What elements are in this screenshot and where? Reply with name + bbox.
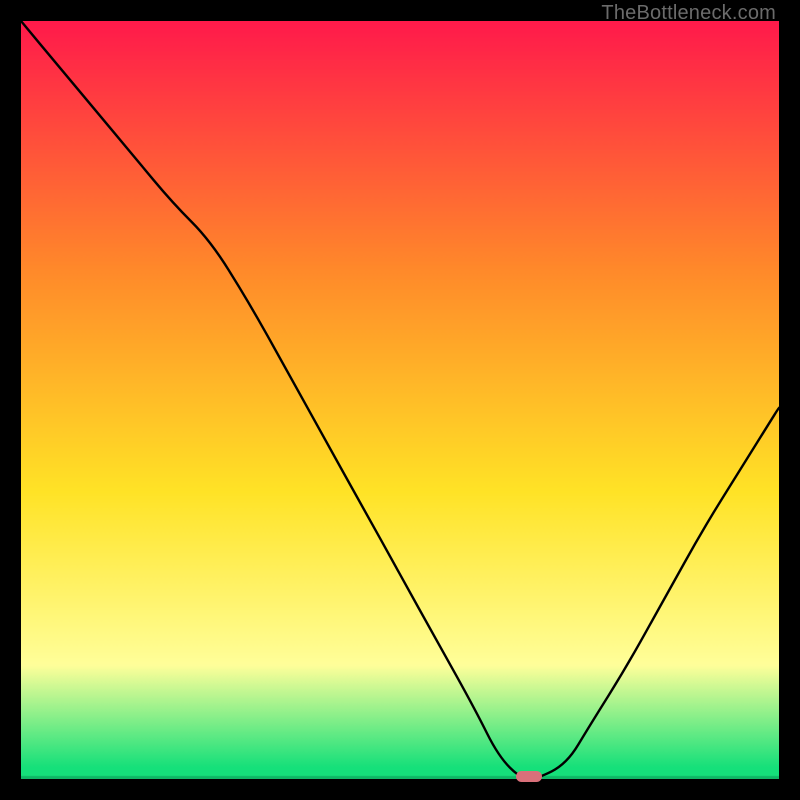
- optimal-point-marker: [516, 771, 542, 782]
- bottleneck-curve-path: [21, 21, 779, 779]
- plot-area: [21, 21, 779, 779]
- bottleneck-curve: [21, 21, 779, 779]
